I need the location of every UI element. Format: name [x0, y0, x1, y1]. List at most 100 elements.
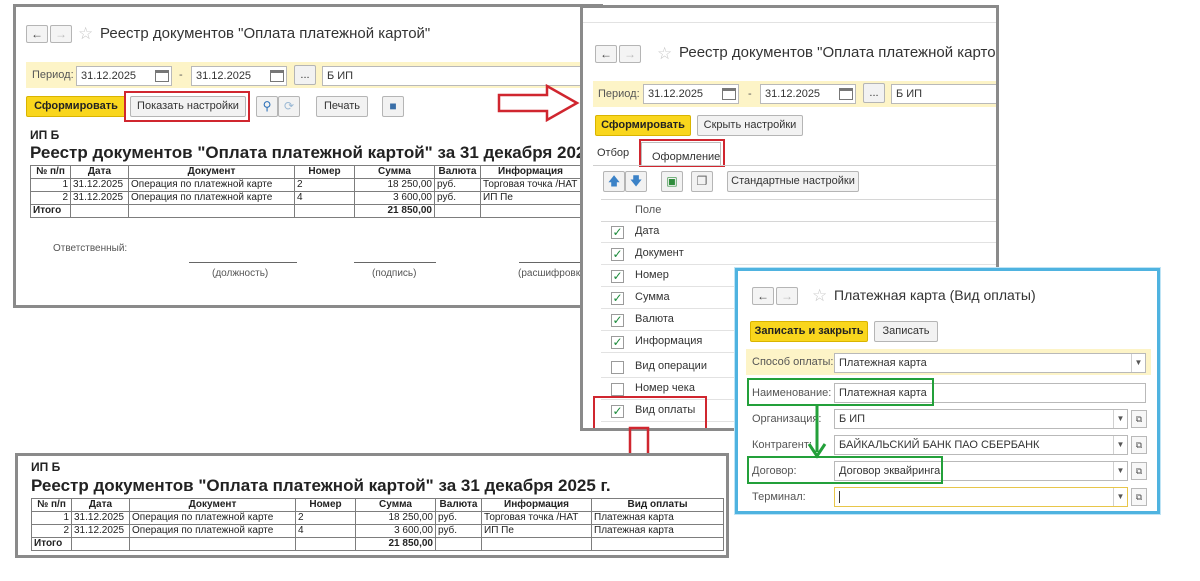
check-all-icon[interactable]: ▣ — [661, 171, 683, 192]
tab-filter[interactable]: Отбор — [597, 147, 629, 159]
field-checkbox[interactable]: ✓ — [611, 292, 624, 305]
uncheck-all-icon[interactable]: ❐ — [691, 171, 713, 192]
favorite-star-icon[interactable]: ☆ — [812, 287, 827, 305]
save-button[interactable]: Записать — [874, 321, 938, 342]
field-checkbox[interactable]: ✓ — [611, 226, 624, 239]
signature-line — [354, 262, 436, 263]
calendar-icon[interactable] — [722, 88, 736, 100]
dropdown-icon[interactable]: ▼ — [1113, 488, 1127, 506]
column-header: Дата — [70, 165, 129, 179]
open-icon[interactable]: ⧉ — [1131, 488, 1147, 506]
table-cell: 2 — [30, 191, 71, 205]
table-row[interactable]: 1 31.12.2025 Операция по платежной карте… — [30, 178, 581, 192]
standard-settings-button[interactable]: Стандартные настройки — [727, 171, 859, 192]
open-icon[interactable]: ⧉ — [1131, 410, 1147, 428]
move-down-icon[interactable]: 🡇 — [625, 171, 647, 192]
table-total-row: Итого 21 850,00 — [30, 204, 581, 218]
period-select-button[interactable]: ... — [294, 65, 316, 85]
generate-button[interactable]: Сформировать — [595, 115, 691, 136]
generate-button[interactable]: Сформировать — [26, 96, 126, 117]
field-row[interactable]: ✓ Дата — [601, 221, 996, 243]
table-cell: 4 — [295, 524, 356, 538]
table-row[interactable]: 1 31.12.2025 Операция по платежной карте… — [31, 511, 724, 525]
favorite-star-icon[interactable]: ☆ — [78, 25, 93, 43]
forward-button[interactable]: → — [619, 45, 641, 63]
counterparty-label: Контрагент: — [752, 439, 812, 451]
period-label: Период: — [32, 69, 74, 81]
search-icon[interactable]: ⚲ — [256, 96, 278, 117]
table-cell: руб. — [434, 191, 481, 205]
forward-button[interactable]: → — [776, 287, 798, 305]
report-title: Реестр документов "Оплата платежной карт… — [31, 476, 611, 495]
table-cell: ИП Пе — [481, 524, 592, 538]
table-cell: 3 600,00 — [355, 524, 436, 538]
total-label: Итого — [30, 204, 71, 218]
back-button[interactable]: ← — [26, 25, 48, 43]
organization-field[interactable]: Б ИП — [891, 84, 996, 104]
field-checkbox[interactable] — [611, 361, 624, 374]
print-button[interactable]: Печать — [316, 96, 368, 117]
favorite-star-icon[interactable]: ☆ — [657, 45, 672, 63]
column-header: Информация — [481, 498, 592, 512]
highlight-format-tab — [639, 139, 725, 167]
table-cell: руб. — [435, 511, 482, 525]
period-select-button[interactable]: ... — [863, 83, 885, 103]
report-window: ← → ☆ Реестр документов "Оплата платежно… — [13, 4, 603, 308]
move-up-icon[interactable]: 🡅 — [603, 171, 625, 192]
table-cell: 31.12.2025 — [70, 191, 129, 205]
column-header: Сумма — [354, 165, 435, 179]
field-checkbox[interactable]: ✓ — [611, 270, 624, 283]
column-header: Дата — [71, 498, 130, 512]
sig-position-label: (должность) — [212, 268, 269, 279]
save-icon[interactable]: ■ — [382, 96, 404, 117]
hide-settings-button[interactable]: Скрыть настройки — [697, 115, 803, 136]
field-checkbox[interactable]: ✓ — [611, 336, 624, 349]
dropdown-icon[interactable]: ▼ — [1113, 462, 1127, 480]
table-cell: 3 600,00 — [354, 191, 435, 205]
open-icon[interactable]: ⧉ — [1131, 462, 1147, 480]
table-cell: 2 — [295, 511, 356, 525]
field-row[interactable]: ✓ Документ — [601, 243, 996, 265]
table-cell: 31.12.2025 — [70, 178, 129, 192]
calendar-icon[interactable] — [270, 70, 284, 82]
table-header-row: № п/п Дата Документ Номер Сумма Валюта И… — [31, 498, 724, 512]
period-dash: - — [748, 88, 752, 100]
table-cell: ИП Пе — [480, 191, 581, 205]
refresh-search-icon[interactable]: ⟳ — [278, 96, 300, 117]
total-sum: 21 850,00 — [354, 204, 435, 218]
field-column-header: Поле — [635, 204, 662, 216]
total-label: Итого — [31, 537, 72, 551]
terminal-label: Терминал: — [752, 491, 806, 503]
dropdown-icon[interactable]: ▼ — [1113, 436, 1127, 454]
dropdown-icon[interactable]: ▼ — [1113, 410, 1127, 428]
organization-field[interactable]: Б ИП — [834, 409, 1128, 429]
counterparty-field[interactable]: БАЙКАЛЬСКИЙ БАНК ПАО СБЕРБАНК — [834, 435, 1128, 455]
field-label: Дата — [635, 225, 660, 237]
field-label: Вид операции — [635, 360, 707, 372]
field-label: Сумма — [635, 291, 670, 303]
field-checkbox[interactable]: ✓ — [611, 248, 624, 261]
column-header: Документ — [129, 498, 296, 512]
calendar-icon[interactable] — [155, 70, 169, 82]
field-checkbox[interactable]: ✓ — [611, 314, 624, 327]
table-cell: 1 — [31, 511, 72, 525]
report-title: Реестр документов "Оплата платежной карт… — [30, 143, 603, 162]
table-cell: Операция по платежной карте — [128, 178, 295, 192]
save-close-button[interactable]: Записать и закрыть — [750, 321, 868, 342]
terminal-field[interactable] — [834, 487, 1128, 507]
highlight-name — [747, 378, 934, 406]
back-button[interactable]: ← — [595, 45, 617, 63]
column-header: Вид оплаты — [591, 498, 724, 512]
table-row[interactable]: 2 31.12.2025 Операция по платежной карте… — [30, 191, 581, 205]
back-button[interactable]: ← — [752, 287, 774, 305]
payment-method-field[interactable]: Платежная карта — [834, 353, 1146, 373]
field-label: Документ — [635, 247, 684, 259]
calendar-icon[interactable] — [839, 88, 853, 100]
organization-field[interactable]: Б ИП — [322, 66, 600, 86]
open-icon[interactable]: ⧉ — [1131, 436, 1147, 454]
forward-button[interactable]: → — [50, 25, 72, 43]
table-row[interactable]: 2 31.12.2025 Операция по платежной карте… — [31, 524, 724, 538]
field-checkbox[interactable] — [611, 383, 624, 396]
field-label: Валюта — [635, 313, 674, 325]
dropdown-icon[interactable]: ▼ — [1131, 354, 1145, 372]
